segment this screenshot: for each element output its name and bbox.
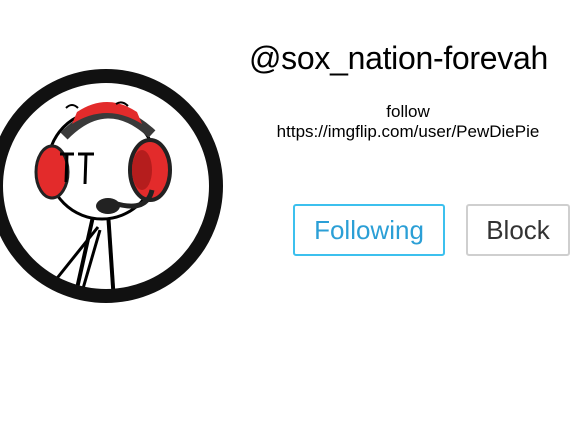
bio-link[interactable]: https://imgflip.com/user/PewDiePie [248, 122, 568, 142]
username: @sox_nation-forevah [249, 40, 548, 76]
avatar[interactable] [0, 62, 230, 310]
bio-line-1: follow [386, 102, 430, 121]
block-button[interactable]: Block [466, 204, 570, 256]
following-button[interactable]: Following [293, 204, 445, 256]
profile-bio: follow https://imgflip.com/user/PewDiePi… [248, 102, 568, 142]
